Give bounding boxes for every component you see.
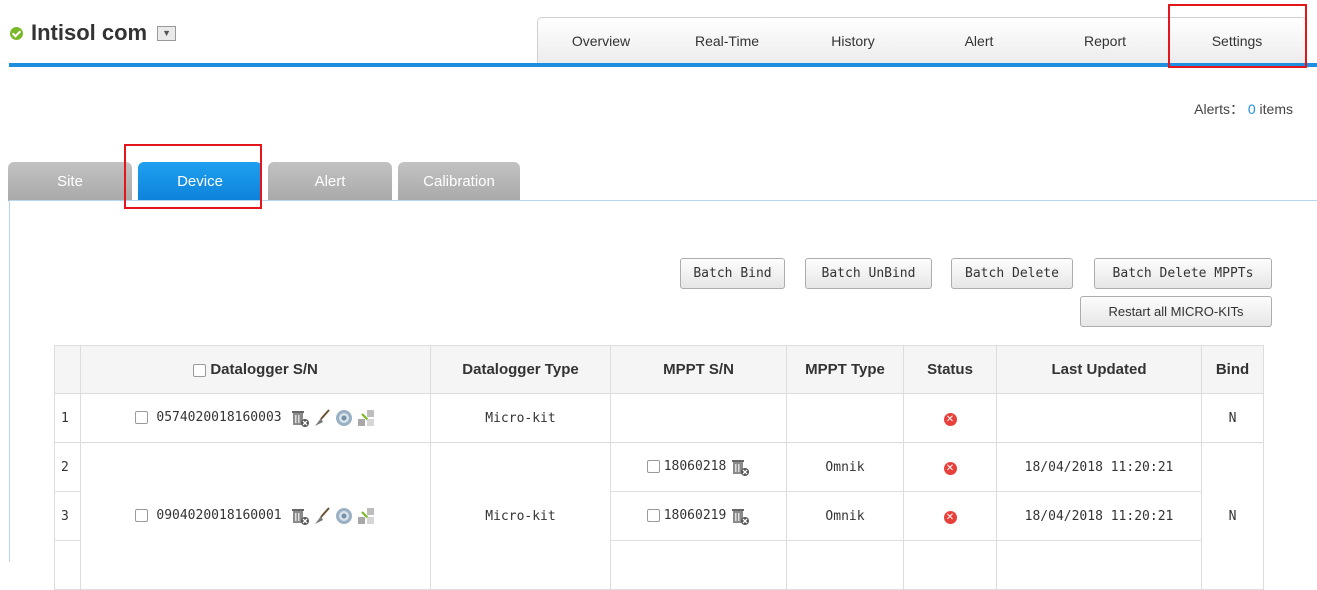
delete-icon[interactable] — [730, 457, 750, 477]
datalogger-sn-cell: 0904020018160001 — [80, 442, 431, 590]
col-last-updated: Last Updated — [996, 345, 1202, 394]
site-name: Intisol com — [31, 20, 148, 45]
mppt-checkbox[interactable] — [646, 460, 660, 474]
status-cell: ✕ — [903, 442, 997, 492]
tab-site[interactable]: Site — [8, 162, 132, 201]
bind-value: N — [1201, 442, 1264, 590]
tab-calibration[interactable]: Calibration — [398, 162, 520, 201]
datalogger-sn: 0574020018160003 — [156, 410, 282, 426]
nav-real-time[interactable]: Real-Time — [664, 18, 790, 63]
mppt-sn-cell: 18060218 — [610, 442, 787, 492]
mppt-sn: 18060219 — [663, 508, 727, 524]
col-datalogger-type: Datalogger Type — [430, 345, 611, 394]
main-nav: Overview Real-Time History Alert Report … — [537, 17, 1307, 63]
mppt-type — [786, 393, 904, 443]
col-bind: Bind — [1201, 345, 1264, 394]
col-datalogger-sn-label: Datalogger S/N — [210, 361, 318, 378]
delete-icon[interactable] — [290, 408, 310, 428]
last-updated: 18/04/2018 11:20:21 — [996, 442, 1202, 492]
table-row: 2 0904020018160001 Micro-kit 18060218 Om… — [54, 442, 1264, 590]
row-index: 1 — [54, 393, 81, 443]
datalogger-type: Micro-kit — [430, 393, 611, 443]
mppt-sn-cell: 18060219 — [610, 491, 787, 541]
mppt-sn: 18060218 — [663, 459, 727, 475]
settings-gear-icon[interactable] — [334, 408, 354, 428]
nav-report[interactable]: Report — [1042, 18, 1168, 63]
row-checkbox[interactable] — [135, 509, 149, 523]
tab-device[interactable]: Device — [138, 162, 262, 201]
tab-alert[interactable]: Alert — [268, 162, 392, 201]
clean-brush-icon[interactable] — [312, 506, 332, 526]
site-title: Intisol com ▼ — [10, 20, 177, 46]
delete-icon[interactable] — [730, 506, 750, 526]
upgrade-icon[interactable] — [356, 408, 376, 428]
row-index: 3 — [54, 491, 81, 541]
site-header: Intisol com ▼ Overview Real-Time History… — [0, 0, 1317, 70]
col-mppt-type: MPPT Type — [786, 345, 904, 394]
row-index — [54, 540, 81, 590]
restart-all-microkits-button[interactable]: Restart all MICRO-KITs — [1080, 296, 1272, 327]
online-status-icon — [10, 26, 23, 40]
mppt-type: Omnik — [786, 442, 904, 492]
status-error-icon: ✕ — [943, 510, 957, 524]
col-index — [54, 345, 81, 394]
nav-history[interactable]: History — [790, 18, 916, 63]
col-status: Status — [903, 345, 997, 394]
select-all-checkbox[interactable] — [193, 363, 207, 377]
batch-delete-mppts-button[interactable]: Batch Delete MPPTs — [1094, 258, 1272, 289]
mppt-type: Omnik — [786, 491, 904, 541]
clean-brush-icon[interactable] — [312, 408, 332, 428]
alerts-label: Alerts： — [1194, 101, 1244, 117]
mppt-type — [786, 540, 904, 590]
datalogger-sn-cell: 0574020018160003 — [80, 393, 431, 443]
bind-value: N — [1201, 393, 1264, 443]
status-error-icon: ✕ — [943, 461, 957, 475]
mppt-checkbox[interactable] — [646, 509, 660, 523]
settings-gear-icon[interactable] — [334, 506, 354, 526]
datalogger-type: Micro-kit — [430, 442, 611, 590]
alerts-count[interactable]: 0 — [1248, 101, 1256, 117]
batch-delete-button[interactable]: Batch Delete — [951, 258, 1073, 289]
last-updated — [996, 540, 1202, 590]
nav-settings[interactable]: Settings — [1168, 18, 1306, 63]
status-cell: ✕ — [903, 393, 997, 443]
row-checkbox[interactable] — [135, 411, 149, 425]
mppt-sn — [610, 393, 787, 443]
mppt-sn-cell — [610, 540, 787, 590]
nav-alert[interactable]: Alert — [916, 18, 1042, 63]
delete-icon[interactable] — [290, 506, 310, 526]
device-table: Datalogger S/N Datalogger Type MPPT S/N … — [54, 345, 1264, 590]
alerts-summary: Alerts： 0 items — [1194, 99, 1293, 119]
table-row: 1 0574020018160003 Micro-kit ✕ N — [54, 393, 1264, 443]
site-dropdown-icon[interactable]: ▼ — [157, 25, 177, 41]
batch-unbind-button[interactable]: Batch UnBind — [805, 258, 932, 289]
batch-bind-button[interactable]: Batch Bind — [680, 258, 785, 289]
table-header-row: Datalogger S/N Datalogger Type MPPT S/N … — [54, 345, 1264, 394]
status-error-icon: ✕ — [943, 412, 957, 426]
col-datalogger-sn: Datalogger S/N — [80, 345, 431, 394]
nav-overview[interactable]: Overview — [538, 18, 664, 63]
datalogger-sn: 0904020018160001 — [156, 508, 282, 524]
header-divider — [9, 63, 1317, 67]
row-index: 2 — [54, 442, 81, 492]
col-mppt-sn: MPPT S/N — [610, 345, 787, 394]
last-updated: 18/04/2018 11:20:21 — [996, 491, 1202, 541]
alerts-suffix: items — [1259, 101, 1293, 117]
status-cell: ✕ — [903, 491, 997, 541]
last-updated — [996, 393, 1202, 443]
upgrade-icon[interactable] — [356, 506, 376, 526]
status-cell — [903, 540, 997, 590]
